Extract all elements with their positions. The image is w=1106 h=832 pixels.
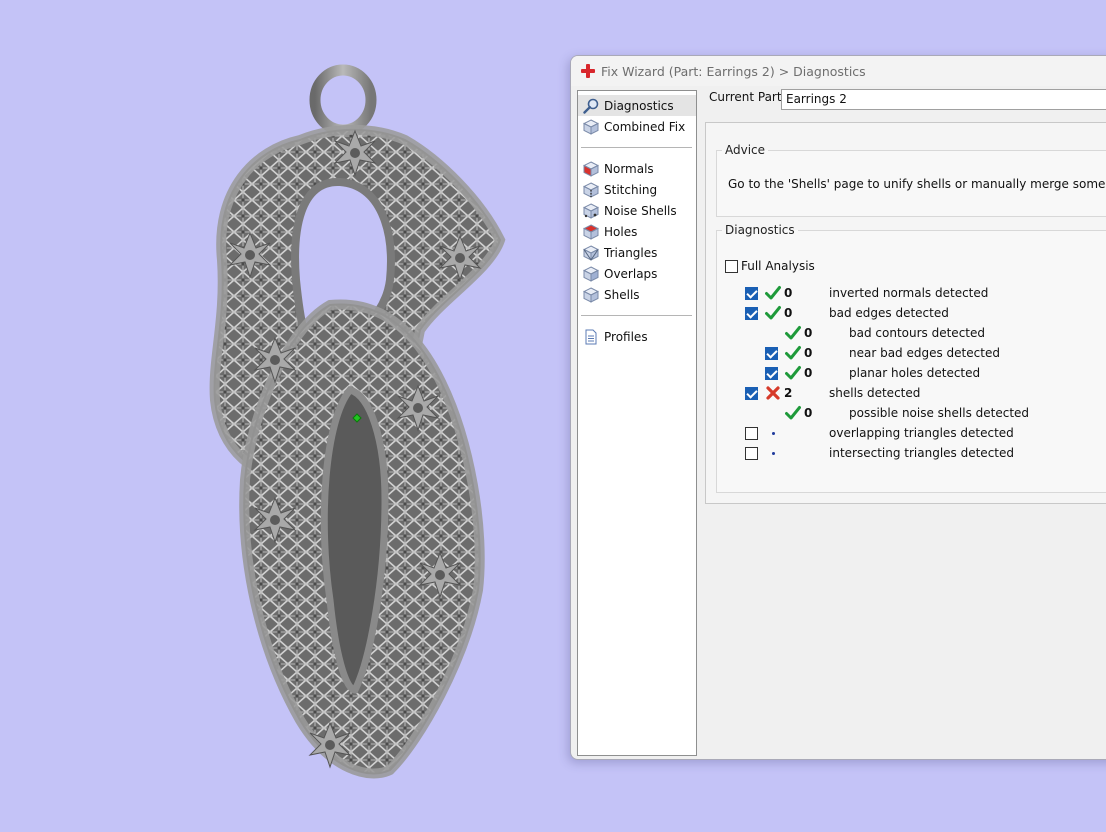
nav-item-combined-fix[interactable]: Combined Fix: [578, 116, 696, 137]
ok-check-icon: [784, 344, 802, 362]
row-label: shells detected: [829, 386, 921, 400]
3d-model-viewport[interactable]: [0, 0, 570, 832]
nav-item-overlaps[interactable]: Overlaps: [578, 263, 696, 284]
issue-count: 2: [784, 386, 793, 400]
nav-item-label: Holes: [604, 224, 638, 239]
issue-count: 0: [804, 346, 813, 360]
nav-item-normals[interactable]: Normals: [578, 158, 696, 179]
diag-row-planar-holes: 0 planar holes detected: [765, 363, 980, 383]
cube-hole-icon: [583, 223, 599, 240]
diag-row-noise-shells: 0 possible noise shells detected: [765, 403, 1029, 423]
pending-dot-icon: [764, 444, 782, 462]
issue-count: 0: [804, 406, 813, 420]
pending-dot-icon: [764, 424, 782, 442]
diag-row-overlapping-triangles: overlapping triangles detected: [745, 423, 1014, 443]
wizard-page-list: Diagnostics Combined Fix Normals Stitchi…: [577, 90, 697, 756]
nav-item-noise-shells[interactable]: Noise Shells: [578, 200, 696, 221]
row-label: inverted normals detected: [829, 286, 989, 300]
nav-item-label: Overlaps: [604, 266, 658, 281]
nav-item-label: Stitching: [604, 182, 658, 197]
diag-row-bad-edges: 0 bad edges detected: [745, 303, 949, 323]
nav-item-holes[interactable]: Holes: [578, 221, 696, 242]
row-checkbox[interactable]: [745, 306, 758, 320]
error-x-icon: [764, 384, 782, 402]
nav-divider: [581, 147, 692, 148]
nav-item-profiles[interactable]: Profiles: [578, 326, 696, 347]
nav-item-label: Diagnostics: [604, 98, 674, 113]
ok-check-icon: [764, 284, 782, 302]
title-bar[interactable]: Fix Wizard (Part: Earrings 2) > Diagnost…: [571, 56, 1106, 86]
row-checkbox[interactable]: [745, 386, 758, 400]
advice-group: Advice Go to the 'Shells' page to unify …: [716, 143, 1106, 217]
ok-check-icon: [784, 324, 802, 342]
cube-shells-icon: [583, 286, 599, 303]
current-part-label: Current Part:: [709, 90, 786, 104]
advice-legend: Advice: [725, 143, 766, 157]
red-cross-app-icon: [581, 64, 595, 78]
cube-triangles-icon: [583, 244, 599, 261]
cube-noise-icon: [583, 202, 599, 219]
issue-count: 0: [804, 326, 813, 340]
row-checkbox[interactable]: [745, 426, 758, 440]
row-label: intersecting triangles detected: [829, 446, 1014, 460]
nav-item-shells[interactable]: Shells: [578, 284, 696, 305]
document-icon: [585, 329, 597, 344]
ok-check-icon: [764, 304, 782, 322]
ok-check-icon: [784, 364, 802, 382]
diag-row-bad-contours: 0 bad contours detected: [765, 323, 985, 343]
row-checkbox[interactable]: [765, 346, 778, 360]
nav-item-label: Triangles: [604, 245, 658, 260]
full-analysis-label: Full Analysis: [741, 259, 815, 273]
diag-row-intersecting-triangles: intersecting triangles detected: [745, 443, 1014, 463]
ok-check-icon: [784, 404, 802, 422]
nav-item-label: Profiles: [604, 329, 648, 344]
cube-overlap-icon: [583, 265, 599, 282]
row-label: bad contours detected: [849, 326, 985, 340]
diag-row-shells: 2 shells detected: [745, 383, 920, 403]
row-label: overlapping triangles detected: [829, 426, 1014, 440]
window-title: Fix Wizard (Part: Earrings 2) > Diagnost…: [601, 63, 866, 79]
issue-count: 0: [804, 366, 813, 380]
bail-ring: [309, 64, 377, 136]
issue-count: 0: [784, 286, 793, 300]
advice-text: Go to the 'Shells' page to unify shells …: [728, 177, 1106, 191]
row-label: possible noise shells detected: [849, 406, 1030, 420]
nav-item-diagnostics[interactable]: Diagnostics: [578, 95, 696, 116]
nav-item-label: Normals: [604, 161, 654, 176]
fix-wizard-dialog: Fix Wizard (Part: Earrings 2) > Diagnost…: [570, 55, 1106, 760]
checkbox-box[interactable]: [725, 259, 738, 273]
issue-count: 0: [784, 306, 793, 320]
nav-divider: [581, 315, 692, 316]
cube-icon: [583, 118, 599, 135]
cube-stitch-icon: [583, 181, 599, 198]
cube-red-face-icon: [583, 160, 599, 177]
row-label: bad edges detected: [829, 306, 949, 320]
nav-item-label: Combined Fix: [604, 119, 686, 134]
nav-item-label: Shells: [604, 287, 640, 302]
current-part-field[interactable]: Earrings 2: [781, 89, 1106, 110]
earring-model-render: [209, 64, 506, 779]
row-checkbox[interactable]: [745, 446, 758, 460]
nav-item-label: Noise Shells: [604, 203, 677, 218]
diagnostics-legend: Diagnostics: [725, 223, 795, 237]
diag-row-inverted-normals: 0 inverted normals detected: [745, 283, 988, 303]
row-checkbox[interactable]: [745, 286, 758, 300]
row-label: near bad edges detected: [849, 346, 1000, 360]
row-checkbox[interactable]: [765, 366, 778, 380]
nav-item-triangles[interactable]: Triangles: [578, 242, 696, 263]
nav-item-stitching[interactable]: Stitching: [578, 179, 696, 200]
diagnostics-page: Advice Go to the 'Shells' page to unify …: [705, 122, 1106, 504]
full-analysis-checkbox[interactable]: Full Analysis: [725, 259, 815, 273]
diagnostics-group: Diagnostics Full Analysis 0 inverted nor…: [716, 223, 1106, 493]
magnifier-icon: [583, 98, 599, 114]
row-label: planar holes detected: [849, 366, 981, 380]
diag-row-near-bad-edges: 0 near bad edges detected: [765, 343, 1000, 363]
